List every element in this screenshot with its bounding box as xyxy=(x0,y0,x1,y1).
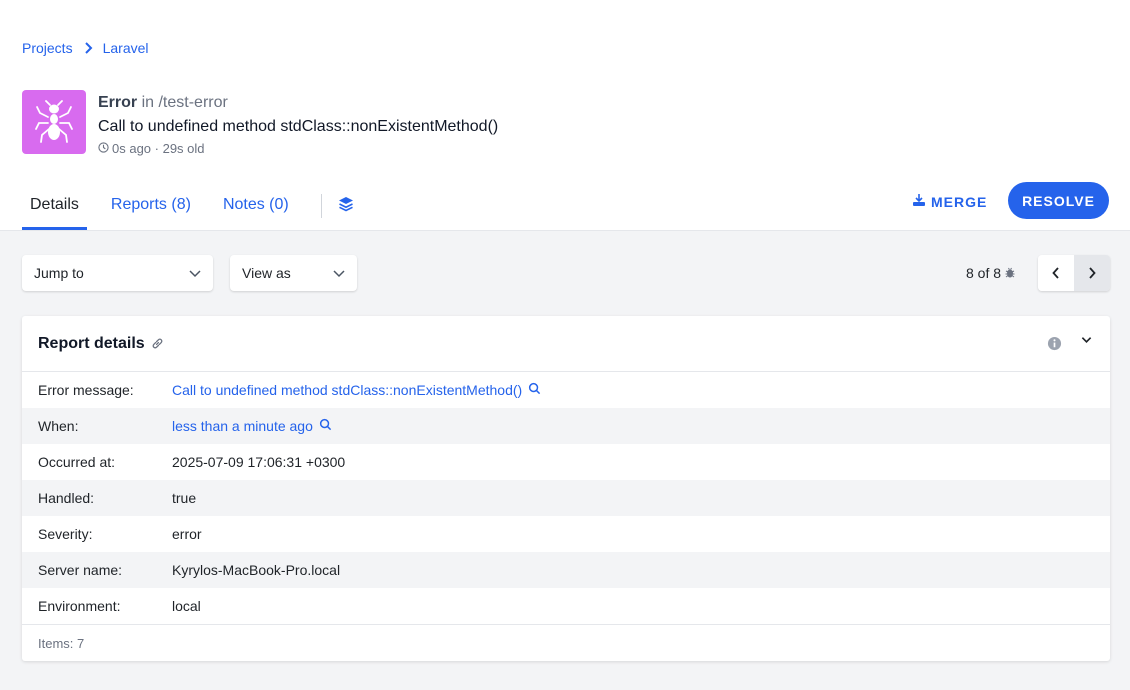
tab-details[interactable]: Details xyxy=(22,184,87,230)
error-message: Call to undefined method stdClass::nonEx… xyxy=(98,118,499,135)
chevron-down-icon xyxy=(189,265,201,281)
table-row: Error message: Call to undefined method … xyxy=(22,372,1110,408)
card-title: Report details xyxy=(38,334,145,352)
chevron-down-icon xyxy=(333,265,345,281)
tab-bar: Details Reports (8) Notes (0) xyxy=(22,184,354,231)
tab-divider xyxy=(320,194,322,218)
table-row: When: less than a minute ago xyxy=(22,408,1110,444)
row-key: When: xyxy=(38,418,79,434)
row-value: less than a minute ago xyxy=(172,418,313,434)
layers-icon[interactable] xyxy=(338,184,354,217)
row-value: 2025-07-09 17:06:31 +0300 xyxy=(172,454,346,470)
row-key: Severity: xyxy=(38,526,93,542)
card-header: Report details xyxy=(22,316,1110,372)
breadcrumb: Projects Laravel xyxy=(22,40,149,56)
table-row: Server name: Kyrylos-MacBook-Pro.local xyxy=(22,552,1110,588)
main-content: Jump to View as 8 of 8 Report details Er… xyxy=(0,231,1130,690)
bug-icon xyxy=(22,90,86,154)
next-button[interactable] xyxy=(1074,255,1110,291)
error-time: 0s ago · 29s old xyxy=(98,141,205,156)
report-counter: 8 of 8 xyxy=(966,265,1015,281)
report-details-card: Report details Error message: Call to un… xyxy=(22,316,1110,661)
page-header: Projects Laravel Error in /test-error Ca… xyxy=(0,0,1130,231)
merge-icon xyxy=(912,193,926,210)
row-value-link[interactable]: less than a minute ago xyxy=(172,418,332,434)
breadcrumb-laravel[interactable]: Laravel xyxy=(103,40,149,56)
link-icon[interactable] xyxy=(151,337,164,350)
error-heading: Error in /test-error xyxy=(98,94,228,112)
error-time-text: 0s ago · 29s old xyxy=(112,141,205,156)
row-key: Server name: xyxy=(38,562,123,578)
row-value: true xyxy=(172,490,197,506)
error-type: Error xyxy=(98,94,138,111)
chevron-right-icon xyxy=(83,42,93,54)
table-row: Severity: error xyxy=(22,516,1110,552)
tab-reports[interactable]: Reports (8) xyxy=(103,184,199,230)
row-value: local xyxy=(172,598,201,614)
row-value: Kyrylos-MacBook-Pro.local xyxy=(172,562,341,578)
bug-icon xyxy=(1005,265,1015,281)
report-counter-text: 8 of 8 xyxy=(966,265,1002,281)
view-as-select[interactable]: View as xyxy=(230,255,357,291)
merge-label: MERGE xyxy=(931,193,988,210)
view-as-label: View as xyxy=(242,265,291,281)
clock-icon xyxy=(98,141,109,156)
error-location: in /test-error xyxy=(141,94,228,111)
row-value: Call to undefined method stdClass::nonEx… xyxy=(172,382,523,398)
row-key: Handled: xyxy=(38,490,95,506)
search-icon xyxy=(528,382,541,398)
row-value-link[interactable]: Call to undefined method stdClass::nonEx… xyxy=(172,382,541,398)
row-key: Occurred at: xyxy=(38,454,116,470)
table-row: Occurred at: 2025-07-09 17:06:31 +0300 xyxy=(22,444,1110,480)
resolve-button[interactable]: RESOLVE xyxy=(1008,182,1109,219)
breadcrumb-projects[interactable]: Projects xyxy=(22,40,73,56)
table-row: Handled: true xyxy=(22,480,1110,516)
pagination xyxy=(1038,255,1110,291)
jump-to-select[interactable]: Jump to xyxy=(22,255,213,291)
row-value: error xyxy=(172,526,202,542)
previous-button[interactable] xyxy=(1038,255,1074,291)
collapse-chevron-icon[interactable] xyxy=(1081,336,1092,344)
search-icon xyxy=(319,418,332,434)
jump-to-label: Jump to xyxy=(34,265,84,281)
table-row: Environment: local xyxy=(22,588,1110,624)
row-key: Environment: xyxy=(38,598,121,614)
info-icon[interactable] xyxy=(1047,336,1062,351)
report-rows: Error message: Call to undefined method … xyxy=(22,372,1110,624)
items-count: Items: 7 xyxy=(22,624,1110,661)
tab-notes[interactable]: Notes (0) xyxy=(215,184,297,230)
row-key: Error message: xyxy=(38,382,134,398)
merge-button[interactable]: MERGE xyxy=(912,193,987,210)
